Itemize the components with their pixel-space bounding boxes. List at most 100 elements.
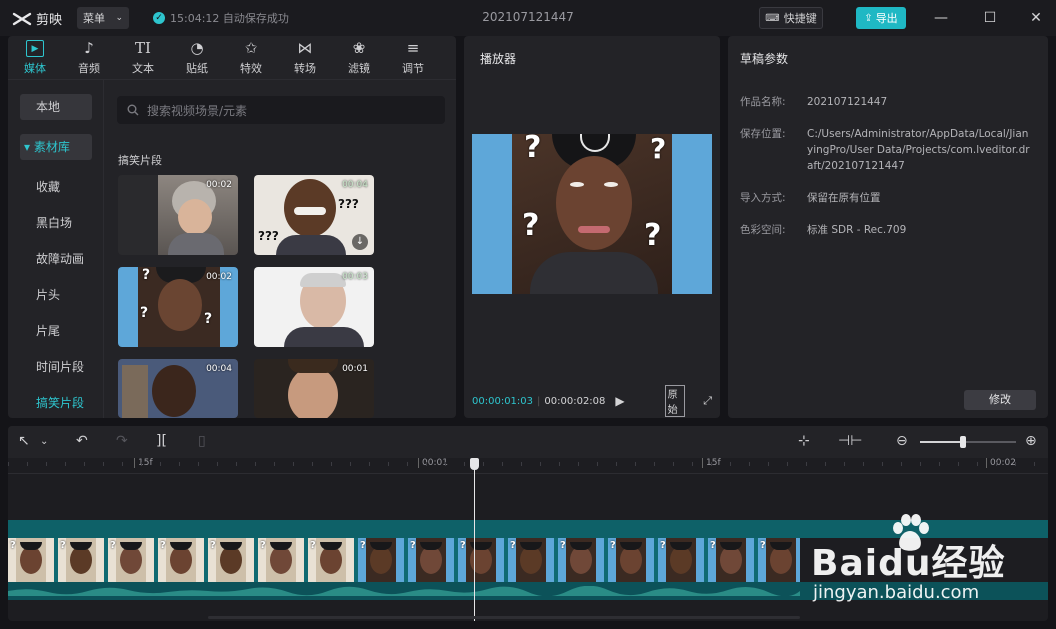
tab-text[interactable]: TI 文本 [116,36,170,80]
media-clip[interactable]: ? ? ? 00:02 [118,267,238,347]
clip-frame: ? [308,538,354,582]
playhead-handle[interactable] [470,458,479,470]
clip-duration: 00:02 [206,272,232,282]
zoom-slider-knob[interactable] [960,436,967,448]
prop-label: 导入方式: [740,192,786,204]
sidebar-item-outro[interactable]: 片尾 [20,318,92,344]
download-icon[interactable]: ↓ [352,234,368,250]
face-shape [288,367,338,418]
teeth-shape [294,207,326,215]
autosave-status: ✓ 15:04:12 自动保存成功 [153,10,289,26]
snap-icon[interactable]: ⊹ [798,433,810,449]
sidebar-item-funny-clips[interactable]: 搞笑片段 [20,390,92,416]
minor-tick [711,462,712,466]
sidebar-item-favorites[interactable]: 收藏 [20,174,92,200]
prop-value: 202107121447 [807,96,888,108]
maximize-icon[interactable]: ☐ [980,8,1000,28]
sidebar-item-time-clips[interactable]: 时间片段 [20,354,92,380]
background-person [122,365,148,418]
minor-tick [806,462,807,466]
sidebar-item-intro[interactable]: 片头 [20,282,92,308]
eye-shape [604,182,618,187]
play-icon[interactable]: ▶ [615,394,624,408]
app-name: 剪映 [36,13,63,28]
minor-tick [559,462,560,466]
minor-tick [46,462,47,466]
media-clip[interactable]: 00:02 [118,175,238,255]
shortcut-button[interactable]: ⌨ 快捷键 [759,7,823,29]
question-mark: ? [650,134,667,165]
minor-tick [103,462,104,466]
player-title: 播放器 [480,52,517,66]
sidebar-item-glitch[interactable]: 故障动画 [20,246,92,272]
search-input[interactable]: 搜索视频场景/元素 [117,96,445,124]
question-mark: ? [522,208,540,243]
menu-button[interactable]: 菜单 ⌄ [77,7,129,29]
sidebar-item-local[interactable]: 本地 [20,94,92,120]
close-icon[interactable]: ✕ [1026,8,1046,28]
clip-frame: ? [458,538,504,582]
watermark-url: jingyan.baidu.com [813,582,980,603]
player-preview[interactable]: ? ? ? ? [472,134,712,294]
tab-adjust[interactable]: ≡ 调节 [386,36,440,80]
effects-icon: ✩ [244,39,258,57]
body-shape [284,327,364,347]
question-mark: ? [524,134,542,165]
minor-tick [977,462,978,466]
time-ruler[interactable]: 15f 00:01 15f 00:02 [8,458,1048,474]
sidebar-item-black-white[interactable]: 黑白场 [20,210,92,236]
tab-label: 特效 [240,62,262,75]
prop-label: 保存位置: [740,128,786,140]
media-panel: ▶ 媒体 ♪ 音频 TI 文本 ◔ 贴纸 ✩ 特效 ⋈ 转场 ❀ 滤镜 ≡ 调节 [8,36,456,418]
minor-tick [445,462,446,466]
transition-icon: ⋈ [297,39,313,57]
minor-tick [1034,462,1035,466]
media-clip[interactable]: 00:04 [118,359,238,418]
delete-icon: ▯ [198,433,206,449]
tab-effects[interactable]: ✩ 特效 [224,36,278,80]
shortcut-label: 快捷键 [783,12,817,25]
time-separator: | [537,395,541,407]
clip-frame: ? [408,538,454,582]
timeline-scrollbar[interactable] [208,616,800,619]
undo-icon[interactable]: ↶ [76,433,88,449]
export-icon: ⇪ [864,12,873,24]
export-button[interactable]: ⇪ 导出 [856,7,906,29]
media-clip[interactable]: ??? ??? 00:04 ↓ [254,175,374,255]
select-cursor-icon[interactable]: ↖ [18,433,30,449]
adjust-icon: ≡ [406,39,420,57]
zoom-slider-fill [920,441,964,443]
minor-tick [863,462,864,466]
clip-duration: 00:04 [342,180,368,190]
media-clip[interactable]: 00:03 [254,267,374,347]
tab-media[interactable]: ▶ 媒体 [8,36,62,80]
media-clip[interactable]: 00:01 [254,359,374,418]
prop-value: 保留在原有位置 [807,192,881,204]
modify-button[interactable]: 修改 [964,390,1036,410]
tab-label: 文本 [132,62,154,75]
zoom-in-icon[interactable]: ⊕ [1025,433,1037,449]
chevron-down-icon[interactable]: ⌄ [40,436,48,447]
minor-tick [958,462,959,466]
video-track-clip[interactable]: ???????????????? [8,538,800,582]
split-icon[interactable]: ][ [156,433,167,449]
minor-tick [312,462,313,466]
tab-sticker[interactable]: ◔ 贴纸 [170,36,224,80]
zoom-out-icon[interactable]: ⊖ [896,433,908,449]
tab-audio[interactable]: ♪ 音频 [62,36,116,80]
sidebar-item-library[interactable]: ▾ 素材库 [20,134,92,160]
minor-tick [255,462,256,466]
tab-transition[interactable]: ⋈ 转场 [278,36,332,80]
minimize-icon[interactable]: — [931,8,951,28]
zoom-slider[interactable] [920,436,1016,448]
original-ratio-button[interactable]: 原始 [664,385,686,417]
tab-label: 贴纸 [186,62,208,75]
minor-tick [540,462,541,466]
link-split-icon[interactable]: ⊣⊢ [838,433,862,449]
watermark-text: Baidu经验 [811,543,1006,584]
fullscreen-icon[interactable]: ⤢ [703,394,712,408]
audio-icon: ♪ [84,39,94,57]
tab-filter[interactable]: ❀ 滤镜 [332,36,386,80]
minor-tick [65,462,66,466]
face-shape [152,365,196,417]
